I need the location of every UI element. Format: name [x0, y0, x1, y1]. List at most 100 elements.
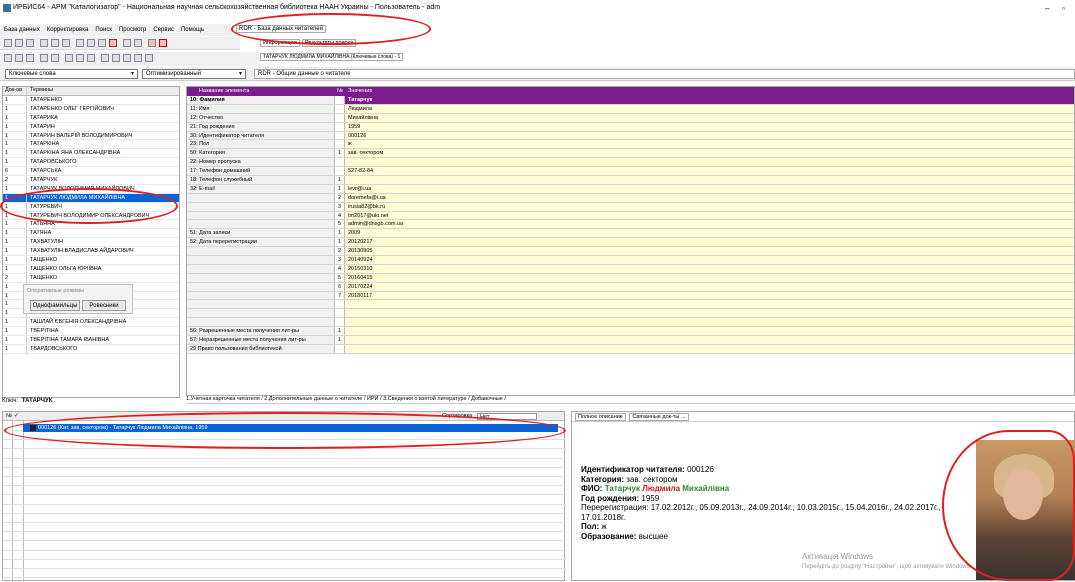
optimization-select[interactable]: Оптимизированный ▼ — [142, 69, 246, 79]
term-row[interactable]: 1 ТАШЛАЙ ЄВГЕНІЯ ОЛЕКСАНДРІВНА — [3, 318, 179, 328]
term-row[interactable]: 1 ТАЩЕНКО — [3, 256, 179, 265]
term-row[interactable]: 1 ТАТАРИН ВАЛЕРІЙ ВОЛОДИМИРОВИЧ — [3, 131, 179, 141]
record-field-row[interactable]: 17: Телефон домашний 527-82-84 — [187, 167, 1074, 177]
record-field-row[interactable]: 5 20160415 — [187, 273, 1074, 283]
field-value[interactable]: 1959 — [345, 122, 1074, 131]
undo-icon[interactable] — [26, 39, 34, 47]
record-field-row[interactable]: 18: Телефон служебный 1 — [187, 176, 1074, 185]
record-field-row[interactable]: 51: Дата записи 1 2009 — [187, 229, 1074, 239]
next-record-icon[interactable] — [62, 39, 70, 47]
term-row[interactable]: 6 ТАТАРСЬКА — [3, 167, 179, 177]
worksheet-select[interactable]: RDR - Общие данные о читателе — [254, 69, 1075, 79]
record-field-row[interactable]: 29 Право пользования библиотекой — [187, 344, 1074, 354]
term-row[interactable]: 1 ТАТАРКІНА — [3, 140, 179, 150]
refresh-icon[interactable] — [51, 54, 59, 62]
menu-service[interactable]: Сервис — [153, 27, 174, 33]
peers-button[interactable]: Ровесники — [82, 300, 126, 311]
menu-edit[interactable]: Корректировка — [47, 27, 89, 33]
field-value[interactable] — [345, 309, 1074, 318]
field-value[interactable] — [345, 300, 1074, 309]
record-field-row[interactable]: 23: Пол ж — [187, 140, 1074, 150]
filter-icon[interactable] — [98, 39, 106, 47]
record-field-row[interactable]: 5 admin@dnsgb.com.ua — [187, 220, 1074, 230]
term-row[interactable]: 1 ТВЕРІТІНА ТАМАРА ІВАНІВНА — [3, 336, 179, 345]
record-field-row[interactable]: 32: E-mail 1 levr@i.ua — [187, 184, 1074, 194]
search-result-label[interactable]: ТАТАРЧУК ЛЮДМИЛА МИХАЙЛІВНА (Ключевые сл… — [260, 53, 404, 61]
field-value[interactable]: Людмила — [345, 104, 1074, 113]
chart-icon[interactable] — [123, 54, 131, 62]
list-icon[interactable] — [15, 54, 23, 62]
minimize-icon[interactable]: – — [1045, 4, 1049, 13]
tab-full-description[interactable]: Полное описание — [575, 413, 626, 421]
image-icon[interactable] — [134, 54, 142, 62]
paste-icon[interactable] — [87, 39, 95, 47]
record-field-row[interactable]: 30: Идентификатор читателя 000126 — [187, 131, 1074, 141]
field-value[interactable]: 20140924 — [345, 256, 1074, 264]
record-field-row[interactable]: 6 20170224 — [187, 282, 1074, 292]
report-icon[interactable] — [148, 39, 156, 47]
record-field-row[interactable]: 7 20180117 — [187, 291, 1074, 301]
new-record-icon[interactable] — [4, 39, 12, 47]
check-icon[interactable]: ✔ — [14, 413, 19, 419]
field-value[interactable]: 000126 — [345, 131, 1074, 140]
field-value[interactable]: зав. сектором — [345, 149, 1074, 158]
term-row[interactable]: 1 ТАТАРИКА — [3, 113, 179, 123]
settings-icon[interactable] — [101, 54, 109, 62]
term-row[interactable]: 1 ТВАРДОВСЬКОГО — [3, 344, 179, 354]
export-icon[interactable] — [134, 39, 142, 47]
search-mode-select[interactable]: Ключевые слова ▼ — [5, 69, 138, 79]
field-value[interactable]: irusia82@bk.ru — [345, 202, 1074, 211]
help-icon[interactable] — [145, 54, 153, 62]
record-field-row[interactable]: 56: Разрешенные места получения лит-ры 1 — [187, 327, 1074, 337]
term-row[interactable]: 1 ТВЕРІТІНА — [3, 327, 179, 337]
grid-icon[interactable] — [4, 54, 12, 62]
field-value[interactable]: 20160415 — [345, 273, 1074, 282]
field-value[interactable]: Михайлівна — [345, 113, 1074, 122]
field-value[interactable]: 20170224 — [345, 282, 1074, 291]
menu-help[interactable]: Помощь — [181, 27, 204, 33]
term-row[interactable]: 1 ТАТАРОВСЬКОГО — [3, 158, 179, 168]
menu-database[interactable]: База данных — [4, 27, 40, 33]
field-value[interactable] — [345, 318, 1074, 327]
field-value[interactable]: 20130905 — [345, 247, 1074, 256]
field-value[interactable]: Татарчук — [345, 96, 1074, 104]
user-icon[interactable] — [112, 54, 120, 62]
field-value[interactable]: levr@i.ua — [345, 184, 1074, 193]
term-row[interactable]: 1 ТАЩЕНКО ОЛЬГА ЮРІЇВНА — [3, 264, 179, 274]
menu-search[interactable]: Поиск — [95, 27, 112, 33]
field-value[interactable]: doremefa@i.ua — [345, 193, 1074, 202]
record-field-row[interactable]: 21: Год рождения 1959 — [187, 122, 1074, 132]
record-field-row[interactable]: 2 doremefa@i.ua — [187, 193, 1074, 203]
tab-linked-docs[interactable]: Связанные док-ты ... — [629, 413, 689, 421]
field-value[interactable] — [345, 344, 1074, 353]
card-icon[interactable] — [87, 54, 95, 62]
copy-icon[interactable] — [76, 39, 84, 47]
term-row[interactable]: 1 ТАТАРЕНКО ОЛЕГ ГЕРГІЙОВИЧ — [3, 104, 179, 114]
z-icon[interactable] — [159, 39, 167, 47]
link-icon[interactable] — [65, 54, 73, 62]
field-value[interactable]: admin@dnsgb.com.ua — [345, 220, 1074, 229]
table-icon[interactable] — [26, 54, 34, 62]
record-field-row[interactable]: 11: Имя Людмила — [187, 104, 1074, 114]
record-field-row[interactable]: 57: Неразрешенные места получения лит-ры… — [187, 336, 1074, 345]
field-value[interactable] — [345, 327, 1074, 336]
field-value[interactable]: tm2017@ukr.net — [345, 211, 1074, 220]
field-value[interactable]: ж — [345, 140, 1074, 149]
namesakes-button[interactable]: Однофамильцы — [30, 300, 80, 311]
record-field-row[interactable] — [187, 318, 1074, 328]
record-field-row[interactable]: 4 tm2017@ukr.net — [187, 211, 1074, 221]
record-field-row[interactable]: 3 irusia82@bk.ru — [187, 202, 1074, 212]
column-header-count[interactable]: Док-ов — [3, 87, 27, 95]
field-value[interactable]: 527-82-84 — [345, 167, 1074, 176]
term-row[interactable]: 1 ТАТАРИН — [3, 122, 179, 132]
term-row[interactable]: 2 ТАТАРЧУК — [3, 176, 179, 185]
save-icon[interactable] — [15, 39, 23, 47]
term-row[interactable]: 2 ТАЩЕНКО — [3, 273, 179, 283]
field-value[interactable]: 20150310 — [345, 264, 1074, 273]
sort-icon[interactable] — [40, 54, 48, 62]
field-value[interactable] — [345, 336, 1074, 344]
term-row[interactable]: 1 ТАТЯНА — [3, 229, 179, 239]
restore-icon[interactable]: ▫ — [1062, 4, 1065, 13]
delete-icon[interactable] — [109, 39, 117, 47]
record-field-row[interactable]: 4 20150310 — [187, 264, 1074, 274]
